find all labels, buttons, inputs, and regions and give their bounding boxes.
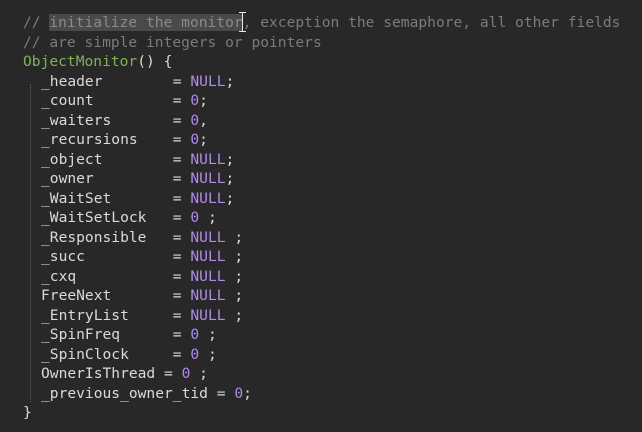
field-name: _object	[41, 150, 173, 168]
assign-operator: =	[172, 150, 191, 168]
constructor-name: ObjectMonitor	[23, 53, 138, 70]
comment-line-1: // initialize the monitor, exception the…	[23, 13, 642, 33]
assign-operator: =	[172, 111, 191, 129]
statement-terminator: ;	[225, 228, 244, 246]
assign-operator: =	[172, 170, 191, 187]
statement-terminator: ;	[225, 248, 244, 265]
field-value: 0	[190, 345, 200, 363]
field-value: 0	[190, 92, 200, 109]
field-value: NULL	[190, 170, 226, 187]
statement-terminator: ;	[225, 189, 235, 207]
field-value: NULL	[190, 228, 226, 246]
closing-brace: }	[23, 404, 32, 421]
assign-operator: =	[172, 72, 191, 90]
field-value: 0	[190, 209, 200, 226]
field-value: NULL	[190, 72, 226, 90]
field-line: _SpinClock = 0 ;	[23, 345, 642, 365]
field-value: 0	[190, 131, 200, 148]
statement-terminator: ;	[199, 209, 217, 226]
field-name: _succ	[41, 248, 173, 265]
code-editor[interactable]: // initialize the monitor, exception the…	[0, 0, 642, 432]
field-line: _WaitSetLock = 0 ;	[23, 208, 642, 228]
comment-line-2: // are simple integers or pointers	[23, 33, 322, 51]
field-value: 0	[190, 111, 200, 129]
statement-terminator: ;	[225, 170, 235, 187]
field-name: _owner	[41, 170, 173, 187]
field-line: _owner = NULL;	[23, 169, 642, 189]
field-value: 0	[234, 384, 244, 402]
field-name: _recursions	[41, 131, 173, 148]
field-line: OwnerIsThread = 0 ;	[23, 364, 642, 384]
statement-terminator: ,	[199, 111, 208, 129]
field-name: OwnerIsThread	[41, 365, 165, 382]
field-line: _header = NULL;	[23, 72, 642, 92]
field-value: NULL	[190, 306, 226, 324]
field-name: _EntryList	[41, 306, 173, 324]
selected-text[interactable]: initialize the monitor	[49, 14, 243, 31]
field-line: _waiters = 0,	[23, 111, 642, 131]
field-value: NULL	[190, 189, 226, 207]
field-value: NULL	[190, 248, 226, 265]
assign-operator: =	[172, 248, 191, 265]
field-value: NULL	[190, 150, 226, 168]
field-name: _waiters	[41, 111, 173, 129]
field-name: _SpinClock	[41, 345, 173, 363]
field-line: _previous_owner_tid = 0;	[23, 384, 642, 404]
field-name: _WaitSet	[41, 189, 173, 207]
field-value: NULL	[190, 287, 226, 304]
statement-terminator: ;	[243, 384, 252, 402]
assign-operator: =	[172, 267, 191, 285]
field-line: _EntryList = NULL ;	[23, 306, 642, 326]
statement-terminator: ;	[225, 287, 244, 304]
field-name: _Responsible	[41, 228, 173, 246]
statement-terminator: ;	[225, 72, 235, 90]
statement-terminator: ;	[225, 267, 244, 285]
field-name: _cxq	[41, 267, 173, 285]
comment-rest: , exception the semaphore, all other fie…	[242, 14, 621, 31]
field-line: _cxq = NULL ;	[23, 267, 642, 287]
field-name: _SpinFreq	[41, 326, 173, 343]
field-value: 0	[190, 326, 200, 343]
field-value: NULL	[190, 267, 226, 285]
field-name: FreeNext	[41, 287, 173, 304]
statement-terminator: ;	[199, 326, 217, 343]
field-name: _count	[41, 92, 173, 109]
field-line: FreeNext = NULL ;	[23, 286, 642, 306]
constructor-params: () {	[137, 53, 173, 70]
assign-operator: =	[172, 92, 191, 109]
statement-terminator: ;	[199, 131, 208, 148]
statement-terminator: ;	[199, 92, 208, 109]
assign-operator: =	[172, 326, 191, 343]
assign-operator: =	[164, 365, 182, 382]
field-name: _previous_owner_tid	[41, 384, 217, 402]
comment-prefix: //	[23, 14, 50, 31]
statement-terminator: ;	[225, 306, 244, 324]
assign-operator: =	[172, 209, 191, 226]
field-line: _count = 0;	[23, 91, 642, 111]
constructor-signature: ObjectMonitor() {	[23, 52, 642, 72]
field-line: _succ = NULL ;	[23, 247, 642, 267]
field-name: _header	[41, 72, 173, 90]
assign-operator: =	[172, 287, 191, 304]
assign-operator: =	[172, 228, 191, 246]
text-cursor-icon	[239, 12, 247, 34]
field-name: _WaitSetLock	[41, 209, 173, 226]
assign-operator: =	[172, 345, 191, 363]
field-line: _object = NULL;	[23, 150, 642, 170]
statement-terminator: ;	[225, 150, 235, 168]
field-line: _SpinFreq = 0 ;	[23, 325, 642, 345]
field-line: _Responsible = NULL ;	[23, 228, 642, 248]
indent-guide	[30, 84, 32, 402]
statement-terminator: ;	[190, 365, 208, 382]
field-initializers: _header = NULL; _count = 0; _waiters = 0, _…	[23, 72, 642, 404]
assign-operator: =	[172, 306, 191, 324]
field-line: _WaitSet = NULL;	[23, 189, 642, 209]
assign-operator: =	[172, 189, 191, 207]
assign-operator: =	[172, 131, 191, 148]
statement-terminator: ;	[199, 345, 217, 363]
assign-operator: =	[216, 384, 235, 402]
field-line: _recursions = 0;	[23, 130, 642, 150]
